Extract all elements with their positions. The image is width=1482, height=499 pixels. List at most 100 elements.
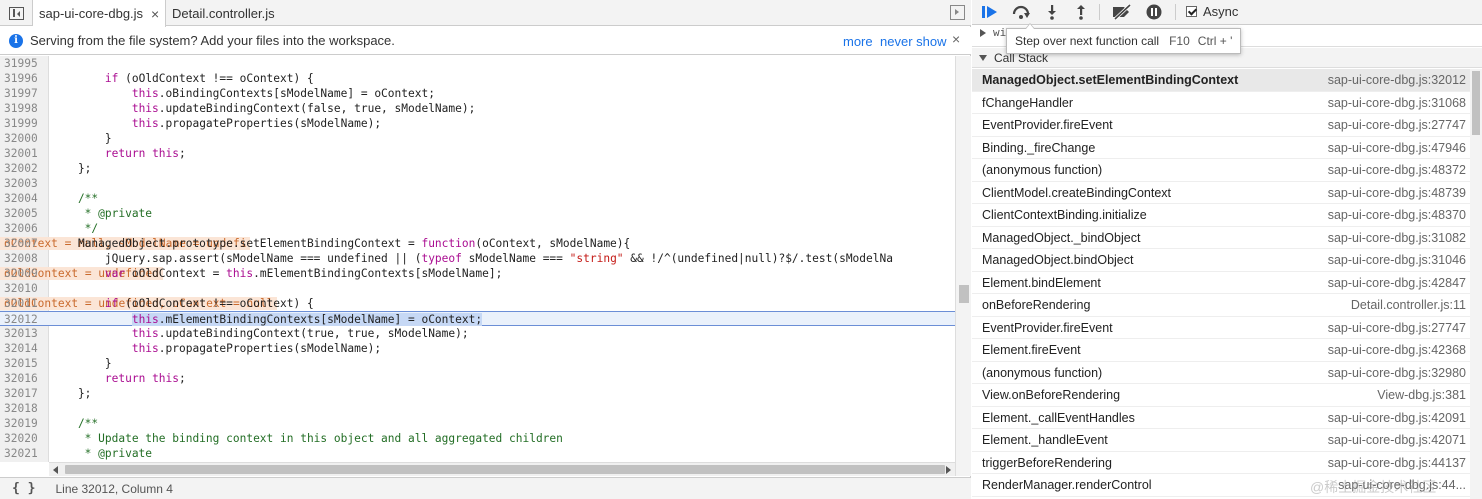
code-line[interactable]: 32011 if (oOldContext !== oContext) {oOl… — [0, 296, 955, 311]
code-line[interactable]: 32016 return this; — [0, 371, 955, 386]
line-number[interactable]: 31996 — [4, 71, 46, 86]
code-line[interactable]: 32009 var oOldContext = this.mElementBin… — [0, 266, 955, 281]
code-line[interactable]: 32008 jQuery.sap.assert(sModelName === u… — [0, 251, 955, 266]
code-editor[interactable]: 31995 31996 if (oOldContext !== oContext… — [0, 56, 955, 462]
line-number[interactable]: 32007 — [4, 236, 46, 251]
line-number[interactable]: 32000 — [4, 131, 46, 146]
frame-location[interactable]: sap-ui-core-dbg.js:27747 — [1328, 118, 1466, 132]
code-line[interactable]: 32019 /** — [0, 416, 955, 431]
line-number[interactable]: 32015 — [4, 356, 46, 371]
code-line[interactable]: 31997 this.oBindingContexts[sModelName] … — [0, 86, 955, 101]
call-frame[interactable]: triggerBeforeRendering sap-ui-core-dbg.js… — [972, 452, 1470, 474]
code-line[interactable]: 32004 /** — [0, 191, 955, 206]
code-line[interactable]: 32006 */ — [0, 221, 955, 236]
step-out-button[interactable] — [1069, 2, 1093, 22]
code-line[interactable]: 31999 this.propagateProperties(sModelNam… — [0, 116, 955, 131]
frame-location[interactable]: sap-ui-core-dbg.js:44137 — [1328, 456, 1466, 470]
frame-location[interactable]: sap-ui-core-dbg.js:31082 — [1328, 231, 1466, 245]
line-number[interactable]: 32012 — [4, 312, 46, 327]
code-line[interactable]: 32003 — [0, 176, 955, 191]
line-number[interactable]: 32009 — [4, 266, 46, 281]
line-number[interactable]: 32021 — [4, 446, 46, 461]
code-line[interactable]: 31996 if (oOldContext !== oContext) { — [0, 71, 955, 86]
frame-location[interactable]: View-dbg.js:381 — [1377, 388, 1466, 402]
scrollbar-thumb[interactable] — [959, 285, 969, 303]
call-frame[interactable]: Element._callEventHandles sap-ui-core-dbg… — [972, 407, 1470, 429]
call-frame[interactable]: View.onBeforeRendering View-dbg.js:381 — [972, 384, 1470, 407]
frame-location[interactable]: sap-ui-core-dbg.js:31068 — [1328, 96, 1466, 110]
frame-location[interactable]: sap-ui-core-dbg.js:48372 — [1328, 163, 1466, 177]
line-number[interactable]: 32002 — [4, 161, 46, 176]
frame-location[interactable]: sap-ui-core-dbg.js:31046 — [1328, 253, 1466, 267]
step-into-button[interactable] — [1040, 2, 1064, 22]
pretty-print-icon[interactable]: { } — [12, 481, 35, 496]
call-frame[interactable]: Element._handleEvent sap-ui-core-dbg.js:4… — [972, 429, 1470, 452]
line-number[interactable]: 31999 — [4, 116, 46, 131]
code-line[interactable]: 32005 * @private — [0, 206, 955, 221]
frame-location[interactable]: sap-ui-core-dbg.js:42091 — [1328, 411, 1466, 425]
tab-close-icon[interactable]: × — [151, 6, 159, 22]
frame-location[interactable]: sap-ui-core-dbg.js:48739 — [1328, 186, 1466, 200]
code-line[interactable]: 32001 return this; — [0, 146, 955, 161]
code-line[interactable]: 32012 this.mElementBindingContexts[sMode… — [0, 311, 955, 326]
line-number[interactable]: 32003 — [4, 176, 46, 191]
line-number[interactable]: 31997 — [4, 86, 46, 101]
horizontal-scrollbar[interactable] — [49, 462, 955, 476]
code-line[interactable]: 32015 } — [0, 356, 955, 371]
call-frame[interactable]: ClientContextBinding.initialize sap-ui-co… — [972, 204, 1470, 227]
infobar-close-icon[interactable]: × — [952, 31, 960, 47]
line-number[interactable]: 32005 — [4, 206, 46, 221]
call-frame[interactable]: EventProvider.fireEvent sap-ui-core-dbg.j… — [972, 317, 1470, 339]
line-number[interactable]: 32014 — [4, 341, 46, 356]
line-number[interactable]: 32016 — [4, 371, 46, 386]
more-link[interactable]: more — [843, 34, 873, 49]
code-line[interactable]: 32020 * Update the binding context in th… — [0, 431, 955, 446]
async-checkbox[interactable] — [1186, 6, 1197, 17]
code-line[interactable]: 32002 }; — [0, 161, 955, 176]
frame-location[interactable]: sap-ui-core-dbg.js:32980 — [1328, 366, 1466, 380]
call-frame[interactable]: ClientModel.createBindingContext sap-ui-c… — [972, 182, 1470, 204]
frame-location[interactable]: sap-ui-core-dbg.js:48370 — [1328, 208, 1466, 222]
line-number[interactable]: 32019 — [4, 416, 46, 431]
frame-location[interactable]: sap-ui-core-dbg.js:27747 — [1328, 321, 1466, 335]
call-frame[interactable]: ManagedObject.setElementBindingContext sa… — [972, 69, 1470, 92]
line-number[interactable]: 31995 — [4, 56, 46, 71]
code-line[interactable]: 32018 — [0, 401, 955, 416]
scrollbar-thumb[interactable] — [65, 465, 945, 474]
call-frame[interactable]: ManagedObject._bindObject sap-ui-core-dbg… — [972, 227, 1470, 249]
line-number[interactable]: 32018 — [4, 401, 46, 416]
frame-location[interactable]: sap-ui-core-dbg.js:42368 — [1328, 343, 1466, 357]
code-line[interactable]: 31998 this.updateBindingContext(false, t… — [0, 101, 955, 116]
code-line[interactable]: 32017 }; — [0, 386, 955, 401]
toggle-navigator-button[interactable] — [0, 0, 33, 26]
code-line[interactable]: 32000 } — [0, 131, 955, 146]
scroll-left-icon[interactable] — [53, 466, 58, 474]
resume-button[interactable] — [978, 2, 1002, 22]
call-frame[interactable]: onBeforeRendering Detail.controller.js:11 — [972, 294, 1470, 317]
expand-triangle-icon[interactable] — [980, 29, 986, 37]
line-number[interactable]: 32001 — [4, 146, 46, 161]
line-number[interactable]: 32017 — [4, 386, 46, 401]
frame-location[interactable]: sap-ui-core-dbg.js:32012 — [1328, 73, 1466, 87]
call-frame[interactable]: Element.fireEvent sap-ui-core-dbg.js:4236… — [972, 339, 1470, 362]
line-number[interactable]: 32008 — [4, 251, 46, 266]
line-number[interactable]: 32010 — [4, 281, 46, 296]
vertical-scrollbar[interactable] — [955, 56, 971, 476]
scrollbar-thumb[interactable] — [1472, 71, 1480, 135]
line-number[interactable]: 32013 — [4, 326, 46, 341]
frame-location[interactable]: sap-ui-core-dbg.js:42847 — [1328, 276, 1466, 290]
step-over-button[interactable] — [1009, 2, 1033, 22]
tab-detail-controller[interactable]: Detail.controller.js — [166, 0, 286, 26]
line-number[interactable]: 32022 — [4, 461, 46, 462]
frame-location[interactable]: sap-ui-core-dbg.js:47946 — [1328, 141, 1466, 155]
call-frame[interactable]: (anonymous function) sap-ui-core-dbg.js:3… — [972, 362, 1470, 384]
frame-location[interactable]: sap-ui-core-dbg.js:42071 — [1328, 433, 1466, 447]
line-number[interactable]: 32020 — [4, 431, 46, 446]
line-number[interactable]: 32006 — [4, 221, 46, 236]
async-toggle[interactable]: Async — [1186, 4, 1238, 19]
code-line[interactable]: 32013 this.updateBindingContext(true, tr… — [0, 326, 955, 341]
code-line[interactable]: 32014 this.propagateProperties(sModelNam… — [0, 341, 955, 356]
call-frame[interactable]: fChangeHandler sap-ui-core-dbg.js:31068 — [972, 92, 1470, 114]
deactivate-breakpoints-button[interactable] — [1110, 2, 1134, 22]
code-line[interactable]: 32010 — [0, 281, 955, 296]
